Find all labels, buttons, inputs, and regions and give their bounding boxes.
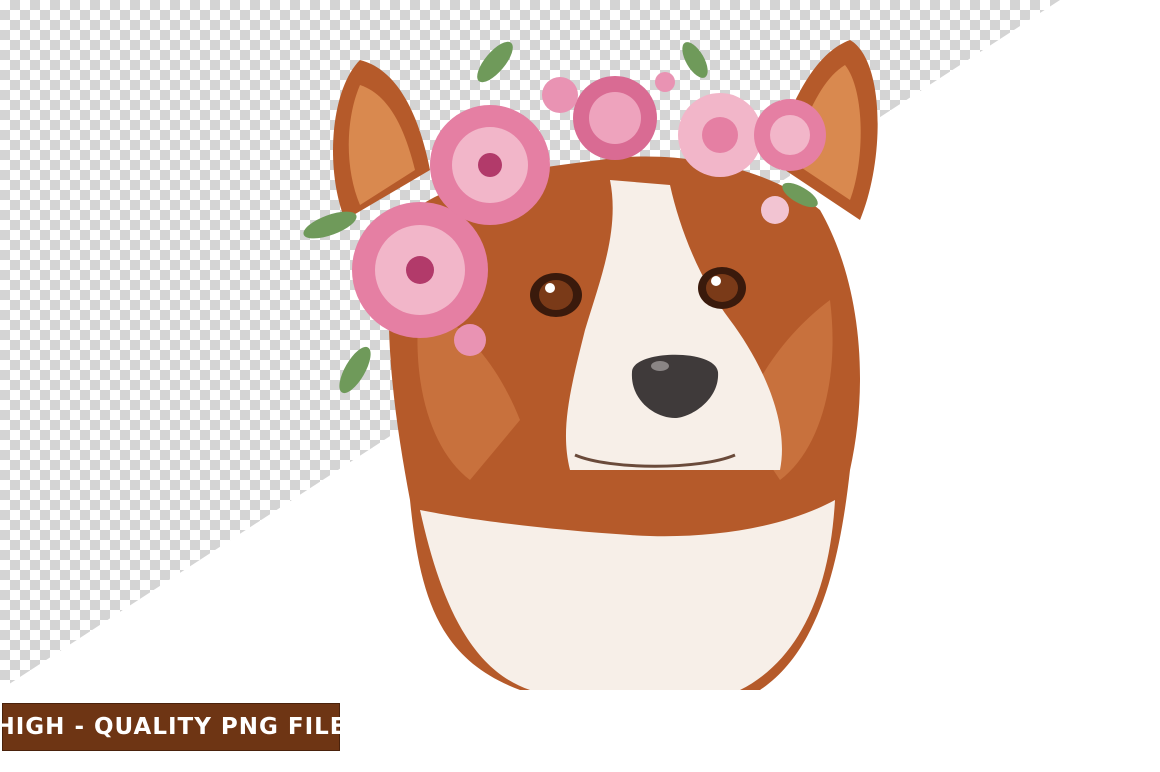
dog-illustration (303, 40, 878, 690)
quality-badge: HIGH - QUALITY PNG FILE (0, 703, 346, 751)
product-preview: HIGH - QUALITY PNG FILE (0, 0, 1160, 772)
quality-badge-label: HIGH - QUALITY PNG FILE (0, 714, 347, 740)
